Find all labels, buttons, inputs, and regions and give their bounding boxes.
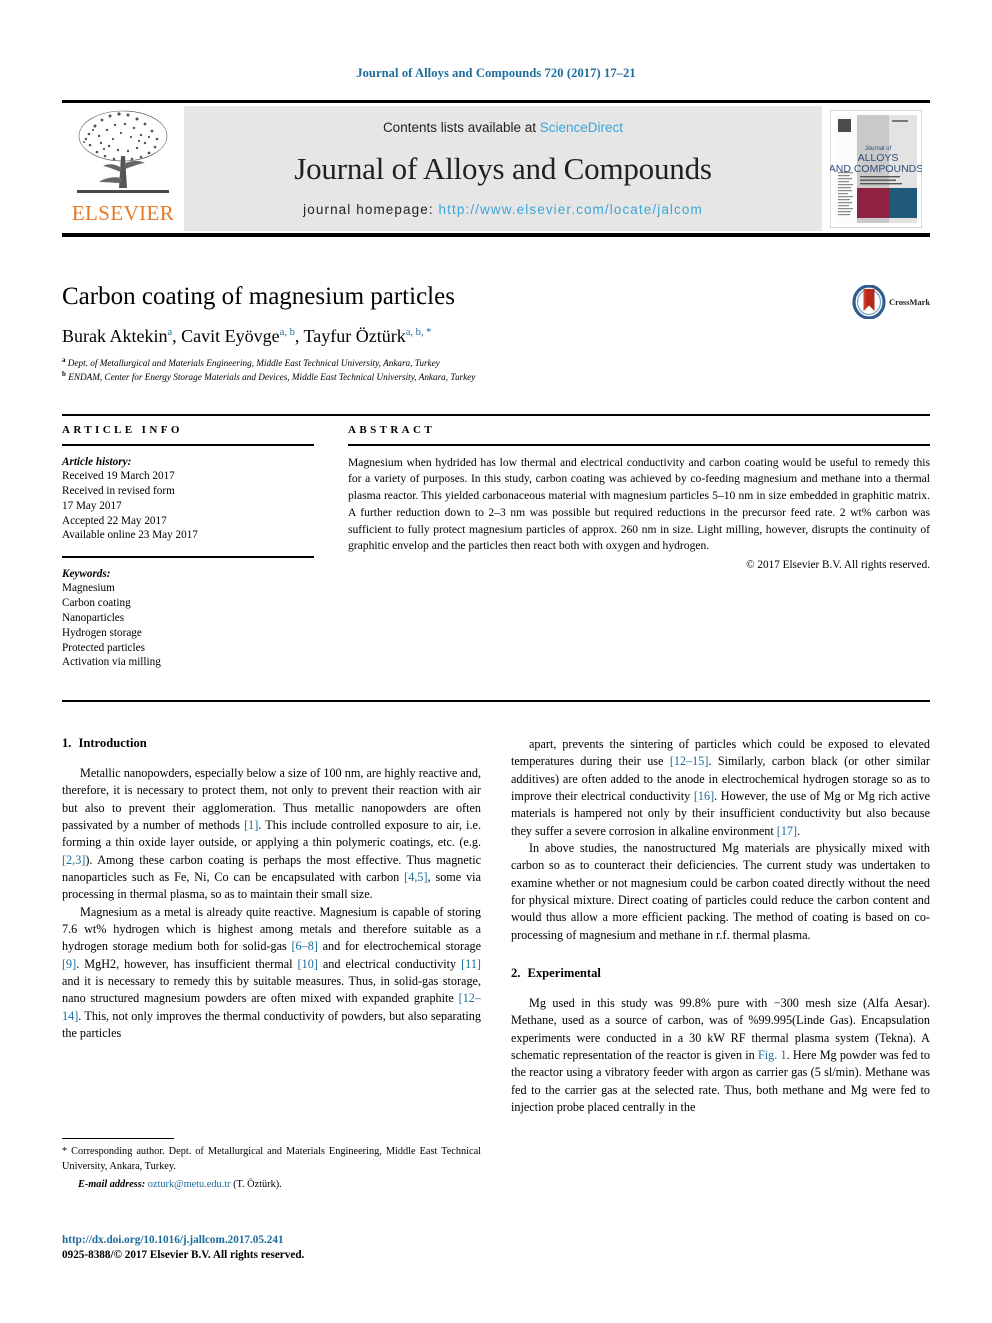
paragraph: Magnesium as a metal is already quite re…: [62, 904, 481, 1040]
title-block: CrossMark Carbon coating of magnesium pa…: [62, 283, 930, 385]
keyword-item: Nanoparticles: [62, 612, 125, 625]
keywords-list: Keywords: Magnesium Carbon coating Nanop…: [62, 567, 314, 670]
email-link[interactable]: ozturk@metu.edu.tr: [148, 1179, 231, 1190]
email-suffix: (T. Öztürk).: [233, 1179, 282, 1191]
keyword-item: Activation via milling: [62, 656, 161, 669]
section-number: 2.: [511, 965, 521, 980]
corresponding-author-note: * Corresponding author. Dept. of Metallu…: [62, 1146, 481, 1172]
keyword-item: Magnesium: [62, 582, 115, 595]
journal-masthead: ELSEVIER Contents lists available at Sci…: [62, 100, 930, 237]
email-label: E-mail address:: [78, 1179, 146, 1191]
info-band-top-rule: [62, 414, 930, 416]
article-history-label: Article history:: [62, 455, 132, 468]
paragraph: Mg used in this study was 99.8% pure wit…: [511, 995, 930, 1114]
article-info-column: ARTICLE INFO Article history: Received 1…: [62, 424, 314, 670]
article-info-rule: [62, 444, 314, 446]
journal-cover-thumbnail: Journal of ALLOYS AND COMPOUNDS: [822, 106, 930, 231]
section-heading-experimental: 2. Experimental: [511, 966, 930, 981]
crossmark-badge[interactable]: CrossMark: [852, 285, 930, 319]
author-name: Cavit Eyövge: [181, 325, 280, 346]
author-name: Burak Aktekin: [62, 325, 168, 346]
author-sep: ,: [172, 325, 182, 346]
running-head: Journal of Alloys and Compounds 720 (201…: [356, 66, 636, 80]
affiliation-text: Dept. of Metallurgical and Materials Eng…: [67, 358, 440, 369]
info-band-bottom-rule: [62, 700, 930, 702]
abstract-column: ABSTRACT Magnesium when hydrided has low…: [348, 424, 930, 670]
masthead-bottom-rule: [62, 233, 930, 237]
masthead-center-panel: Contents lists available at ScienceDirec…: [184, 106, 822, 231]
homepage-prefix: journal homepage:: [303, 202, 439, 217]
journal-homepage-line: journal homepage: http://www.elsevier.co…: [303, 202, 703, 217]
author-affil-mark: a, b: [279, 326, 295, 338]
author-affil-mark: a, b, *: [405, 326, 432, 338]
article-body: 1. Introduction Metallic nanopowders, esp…: [62, 736, 930, 1116]
keyword-item: Carbon coating: [62, 597, 131, 610]
abstract-text: Magnesium when hydrided has low thermal …: [348, 455, 930, 553]
affiliation-text: ENDAM, Center for Energy Storage Materia…: [68, 372, 476, 383]
body-column-left: 1. Introduction Metallic nanopowders, esp…: [62, 736, 481, 1116]
crossmark-label: CrossMark: [889, 297, 930, 307]
crossmark-icon: [852, 285, 886, 319]
author-list: Burak Aktekina, Cavit Eyövgea, b, Tayfur…: [62, 326, 930, 348]
paragraph: Metallic nanopowders, especially below a…: [62, 766, 482, 902]
paper-page: Journal of Alloys and Compounds 720 (201…: [0, 0, 992, 1323]
affiliation-item: b ENDAM, Center for Energy Storage Mater…: [62, 370, 930, 384]
author-name: Tayfur Öztürk: [303, 325, 406, 346]
body-column-gap: [481, 736, 511, 1116]
article-info-heading: ARTICLE INFO: [62, 424, 183, 436]
elsevier-tree-icon: [77, 110, 169, 193]
homepage-url-link[interactable]: http://www.elsevier.com/locate/jalcom: [439, 202, 703, 217]
history-item: Received in revised form: [62, 485, 175, 498]
page-title: Carbon coating of magnesium particles: [62, 283, 455, 310]
keywords-rule: [62, 556, 314, 558]
history-item: Accepted 22 May 2017: [62, 514, 167, 527]
doi-block: http://dx.doi.org/10.1016/j.jallcom.2017…: [62, 1233, 502, 1263]
author-sep: ,: [294, 325, 304, 346]
elsevier-logo: ELSEVIER: [62, 106, 184, 231]
journal-cover-image: Journal of ALLOYS AND COMPOUNDS: [830, 109, 922, 228]
footnote-rule: [62, 1138, 174, 1140]
abstract-copyright: © 2017 Elsevier B.V. All rights reserved…: [746, 559, 930, 572]
email-note: E-mail address: ozturk@metu.edu.tr (T. Ö…: [62, 1178, 481, 1192]
info-abstract-band: ARTICLE INFO Article history: Received 1…: [62, 424, 930, 670]
paragraph: In above studies, the nanostructured Mg …: [511, 840, 930, 942]
abstract-rule: [348, 444, 930, 446]
doi-link[interactable]: http://dx.doi.org/10.1016/j.jallcom.2017…: [62, 1233, 502, 1248]
affiliation-item: a Dept. of Metallurgical and Materials E…: [62, 356, 930, 370]
elsevier-wordmark: ELSEVIER: [71, 201, 175, 225]
sciencedirect-link[interactable]: ScienceDirect: [540, 120, 623, 135]
body-column-right: apart, prevents the sintering of particl…: [511, 736, 930, 1116]
keyword-item: Protected particles: [62, 641, 145, 654]
footnote-block: * Corresponding author. Dept. of Metallu…: [62, 1138, 481, 1193]
abstract-heading: ABSTRACT: [348, 424, 436, 436]
journal-title: Journal of Alloys and Compounds: [294, 150, 712, 186]
affiliation-mark: b: [62, 370, 66, 379]
affiliation-mark: a: [62, 356, 66, 365]
masthead-top-rule: [62, 100, 930, 103]
affiliation-list: a Dept. of Metallurgical and Materials E…: [62, 356, 930, 384]
band-column-gap: [314, 424, 348, 670]
keyword-item: Hydrogen storage: [62, 626, 142, 639]
history-item: Available online 23 May 2017: [62, 529, 198, 542]
keywords-label: Keywords:: [62, 567, 111, 580]
issn-copyright-line: 0925-8388/© 2017 Elsevier B.V. All right…: [62, 1249, 305, 1262]
paragraph: apart, prevents the sintering of particl…: [511, 737, 930, 838]
history-item: 17 May 2017: [62, 499, 122, 512]
section-title: Experimental: [527, 965, 601, 980]
contents-list-line: Contents lists available at ScienceDirec…: [383, 120, 623, 135]
section-title: Introduction: [78, 736, 147, 750]
section-heading-introduction: 1. Introduction: [62, 736, 481, 751]
article-history: Article history: Received 19 March 2017 …: [62, 455, 314, 544]
history-item: Received 19 March 2017: [62, 470, 175, 483]
contents-prefix: Contents lists available at: [382, 120, 540, 135]
section-number: 1.: [62, 736, 72, 750]
